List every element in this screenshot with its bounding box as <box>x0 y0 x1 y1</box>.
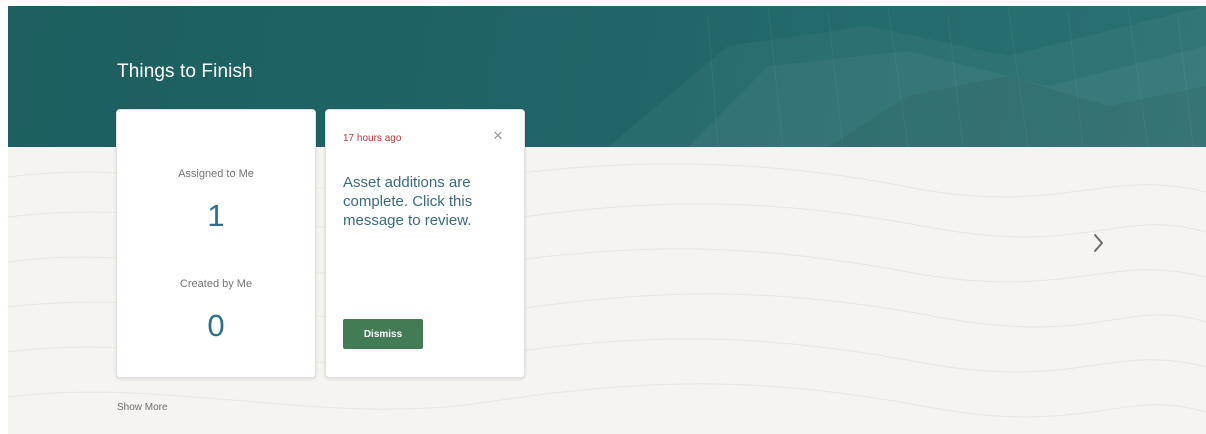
notification-message[interactable]: Asset additions are complete. Click this… <box>343 173 513 230</box>
assigned-to-me-count[interactable]: 1 <box>117 198 315 234</box>
dismiss-button[interactable]: Dismiss <box>343 319 423 349</box>
show-more-link[interactable]: Show More <box>117 402 168 413</box>
created-by-me-count[interactable]: 0 <box>117 308 315 344</box>
chevron-right-icon[interactable] <box>1092 232 1106 254</box>
things-to-finish-panel: Things to Finish Assigned to Me 1 Create… <box>0 0 1206 434</box>
notification-card: 17 hours ago ✕ Asset additions are compl… <box>325 109 525 378</box>
task-summary-card[interactable]: Assigned to Me 1 Created by Me 0 <box>116 109 316 378</box>
created-by-me-label: Created by Me <box>179 278 253 290</box>
close-icon[interactable]: ✕ <box>491 129 505 143</box>
notification-timestamp: 17 hours ago <box>343 133 402 144</box>
section-title: Things to Finish <box>117 61 253 82</box>
assigned-to-me-label: Assigned to Me <box>178 168 254 180</box>
